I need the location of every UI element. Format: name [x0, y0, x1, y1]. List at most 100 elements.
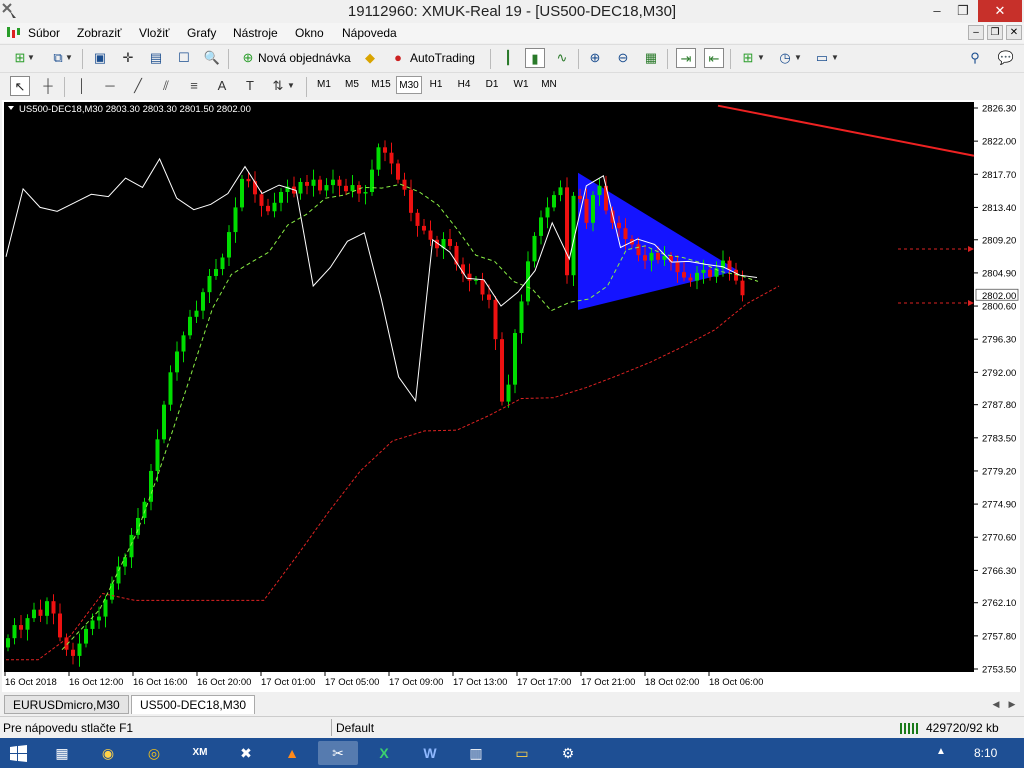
meta-editor-icon[interactable]: ◆	[360, 48, 380, 68]
dropdown-arrow-icon[interactable]: ▼	[793, 48, 803, 68]
candle-body	[389, 152, 394, 164]
timeframe-m15[interactable]: M15	[368, 76, 394, 94]
candle-body	[695, 272, 699, 281]
bar-chart-icon[interactable]: ┃	[498, 48, 518, 68]
price-chart[interactable]: 2826.30 2822.00 2817.70 2813.40 2809.20 2804.…	[2, 100, 1020, 692]
menu-tools[interactable]: Nástroje	[233, 26, 278, 40]
candle-body	[487, 294, 491, 300]
chart-shift-icon[interactable]: ⇤	[704, 48, 724, 68]
taskbar-word-icon[interactable]: W	[410, 741, 450, 765]
candle-body	[12, 625, 17, 639]
taskbar-mt4-active-icon[interactable]: ✂	[318, 741, 358, 765]
mdi-minimize-button[interactable]: –	[968, 25, 984, 40]
periods-icon[interactable]: ◷	[775, 48, 795, 68]
menu-charts[interactable]: Grafy	[187, 26, 216, 40]
taskbar-xm-icon[interactable]: XM	[180, 741, 220, 765]
status-profile: Default	[336, 721, 375, 735]
y-axis-label: 2813.40	[982, 203, 1016, 214]
candle-body	[272, 202, 277, 212]
cursor-icon[interactable]: ↖	[10, 76, 30, 96]
candle-body	[649, 252, 654, 261]
menu-view[interactable]: Zobraziť	[77, 26, 122, 40]
y-axis-label: 2770.60	[982, 533, 1016, 544]
dropdown-arrow-icon[interactable]: ▼	[756, 48, 766, 68]
dropdown-arrow-icon[interactable]: ▼	[26, 48, 36, 68]
taskbar-folder-icon[interactable]: ▭	[502, 741, 542, 765]
connection-bars-icon	[900, 723, 918, 734]
market-watch-icon[interactable]: ▣	[90, 48, 110, 68]
timeframe-h4[interactable]: H4	[452, 76, 476, 94]
data-window-icon[interactable]: ✛	[118, 48, 138, 68]
mdi-restore-button[interactable]: ❐	[987, 25, 1003, 40]
dropdown-arrow-icon[interactable]: ▼	[64, 48, 74, 68]
taskbar-tool-icon[interactable]: ⚙	[548, 741, 588, 765]
menu-file[interactable]: Súbor	[28, 26, 60, 40]
windows-start-icon[interactable]	[10, 745, 27, 762]
timeframe-m1[interactable]: M1	[312, 76, 336, 94]
text-icon[interactable]: A	[212, 76, 232, 96]
y-axis-label: 2796.30	[982, 335, 1016, 346]
tray-arrow-icon[interactable]: ▲	[936, 746, 946, 757]
taskbar-excel-icon[interactable]: X	[364, 741, 404, 765]
y-axis-label: 2817.70	[982, 170, 1016, 181]
chat-icon[interactable]: 💬	[996, 48, 1016, 68]
mdi-close-button[interactable]: ✕	[1006, 25, 1022, 40]
taskbar-explorer-icon[interactable]: ▦	[42, 741, 82, 765]
timeframe-mn[interactable]: MN	[536, 76, 562, 94]
text-label-icon[interactable]: T	[240, 76, 260, 96]
line-chart-icon[interactable]: ∿	[552, 48, 572, 68]
chart-window[interactable]: 2826.30 2822.00 2817.70 2813.40 2809.20 2804.…	[2, 100, 1020, 692]
candlestick-icon[interactable]: ▮	[525, 48, 545, 68]
status-traffic: 429720/92 kb	[926, 721, 999, 735]
close-button[interactable]: ✕	[978, 0, 1022, 22]
strategy-tester-icon[interactable]: 🔍	[202, 48, 222, 68]
candle-body	[565, 187, 569, 276]
separator	[730, 49, 731, 69]
terminal-icon[interactable]: ☐	[174, 48, 194, 68]
timeframe-d1[interactable]: D1	[480, 76, 504, 94]
candle-body	[513, 333, 517, 385]
candle-body	[363, 191, 368, 194]
dropdown-arrow-icon[interactable]: ▼	[286, 76, 296, 96]
horizontal-line-icon[interactable]: ─	[100, 76, 120, 96]
indicators-icon[interactable]: ⊞	[738, 48, 758, 68]
timeframe-m5[interactable]: M5	[340, 76, 364, 94]
zoom-out-icon[interactable]: ⊖	[613, 48, 633, 68]
tile-windows-icon[interactable]: ▦	[641, 48, 661, 68]
x-axis-label: 17 Oct 05:00	[325, 677, 379, 688]
new-order-button[interactable]: ⊕ Nová objednávka	[236, 47, 354, 69]
candle-body	[90, 620, 95, 629]
tab-us500[interactable]: US500-DEC18,M30	[131, 695, 256, 714]
crosshair-icon[interactable]: ┼	[38, 76, 58, 96]
candle-body	[422, 225, 426, 231]
zoom-in-icon[interactable]: ⊕	[585, 48, 605, 68]
candle-body	[214, 269, 218, 276]
tab-scroll-right-icon[interactable]: ▶	[1002, 694, 1022, 714]
equidistant-channel-icon[interactable]: ⫽	[156, 76, 176, 96]
autotrading-button[interactable]: ● AutoTrading	[386, 47, 484, 69]
trendline-icon[interactable]: ╱	[128, 76, 148, 96]
search-icon[interactable]: ⚲	[965, 48, 985, 68]
templates-icon[interactable]: ▭	[812, 48, 832, 68]
menu-insert[interactable]: Vložiť	[139, 26, 170, 40]
taskbar-chrome-icon[interactable]: ◎	[134, 741, 174, 765]
menu-window[interactable]: Okno	[295, 26, 324, 40]
fibonacci-icon[interactable]: ≡	[184, 76, 204, 96]
timeframe-h1[interactable]: H1	[424, 76, 448, 94]
arrows-icon[interactable]: ⇅	[268, 76, 288, 96]
vertical-line-icon[interactable]: │	[72, 76, 92, 96]
menu-help[interactable]: Nápoveda	[342, 26, 397, 40]
restore-button[interactable]: ❐	[948, 0, 978, 22]
x-axis-label: 16 Oct 16:00	[133, 677, 187, 688]
taskbar-app-icon[interactable]: ▥	[456, 741, 496, 765]
taskbar-vlc-icon[interactable]: ▲	[272, 741, 312, 765]
autoscroll-icon[interactable]: ⇥	[676, 48, 696, 68]
timeframe-w1[interactable]: W1	[508, 76, 534, 94]
timeframe-m30[interactable]: M30	[396, 76, 422, 94]
taskbar-metatrader-icon[interactable]: ✖	[226, 741, 266, 765]
dropdown-arrow-icon[interactable]: ▼	[830, 48, 840, 68]
taskbar-media-icon[interactable]: ◉	[88, 741, 128, 765]
tab-eurusd[interactable]: EURUSDmicro,M30	[4, 695, 129, 714]
candle-body	[162, 404, 166, 440]
navigator-icon[interactable]: ▤	[146, 48, 166, 68]
